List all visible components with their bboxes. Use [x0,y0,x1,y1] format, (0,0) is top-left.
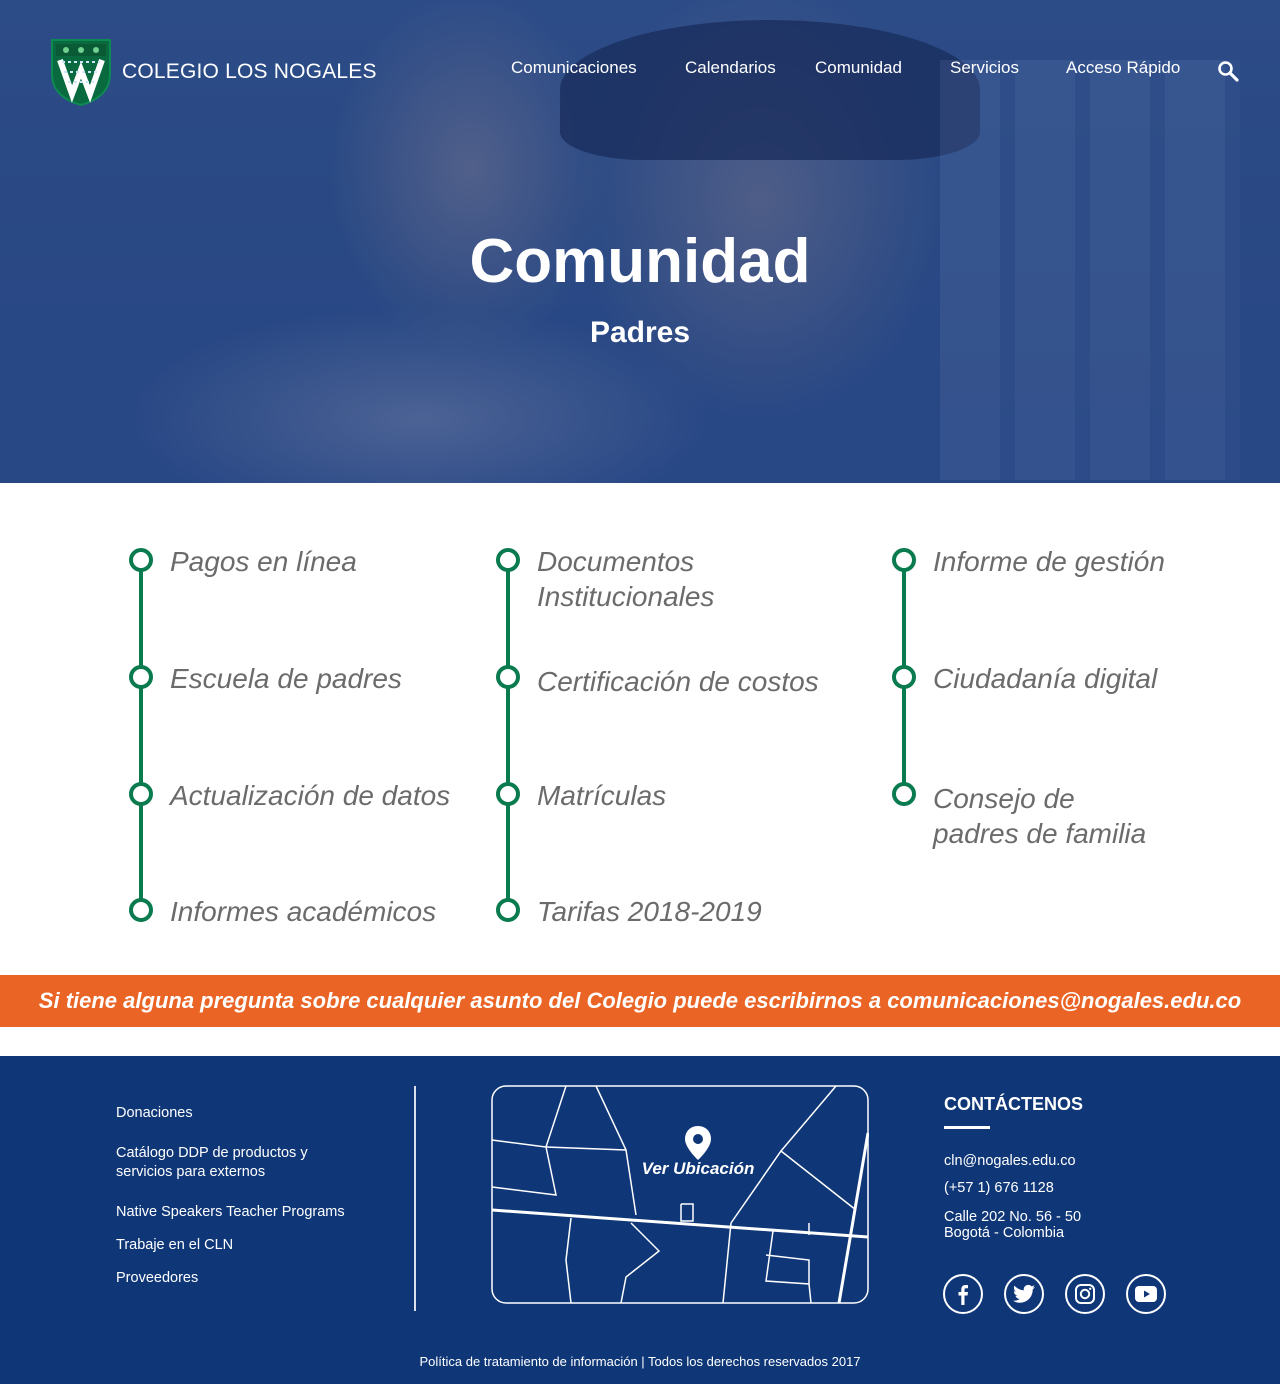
timeline-dot [892,782,916,806]
search-icon[interactable] [1217,60,1239,82]
footer-link-trabaje[interactable]: Trabaje en el CLN [116,1236,396,1255]
youtube-icon [1135,1286,1157,1302]
link-label: Actualización de datos [170,780,451,811]
page-title: Comunidad [469,227,811,296]
timeline-dot [129,548,153,572]
timeline-dot [892,665,916,689]
nav-item-comunidad[interactable]: Comunidad [815,58,902,78]
contact-banner: Si tiene alguna pregunta sobre cualquier… [0,975,1280,1027]
timeline-dot [129,782,153,806]
timeline-dot [129,665,153,689]
youtube-link[interactable] [1126,1274,1166,1314]
main-nav: Comunicaciones Calendarios Comunidad Ser… [0,58,1280,82]
link-label: Matrículas [537,780,667,811]
footer-link-donaciones[interactable]: Donaciones [116,1104,396,1123]
timeline-dot [129,898,153,922]
link-label: Documentos Institucionales [537,546,715,612]
link-label: Escuela de padres [170,663,402,694]
timeline-line [139,560,143,910]
nav-item-calendarios[interactable]: Calendarios [685,58,776,78]
footer-link-native-speakers[interactable]: Native Speakers Teacher Programs [116,1203,396,1222]
instagram-icon [1075,1284,1095,1304]
contact-email[interactable]: cln@nogales.edu.co [944,1153,1076,1170]
facebook-icon [958,1285,968,1305]
page-subtitle: Padres [589,316,691,349]
timeline-dot [496,665,520,689]
twitter-link[interactable] [1004,1274,1044,1314]
nav-item-servicios[interactable]: Servicios [950,58,1019,78]
nav-item-comunicaciones[interactable]: Comunicaciones [511,58,637,78]
timeline-line [506,560,510,910]
site-footer: Donaciones Catálogo DDP de productos y s… [0,1056,1280,1384]
footer-link-proveedores[interactable]: Proveedores [116,1269,396,1288]
map-label: Ver Ubicación [641,1159,755,1178]
legal-text: Política de tratamiento de información |… [419,1354,861,1369]
facebook-link[interactable] [943,1274,983,1314]
footer-link-catalogo[interactable]: Catálogo DDP de productos y servicios pa… [116,1144,316,1182]
link-label: Certificación de costos [537,666,819,697]
link-label: Consejo de padres de familia [933,783,1147,849]
contact-address-line-2: Bogotá - Colombia [944,1225,1065,1241]
link-label: Informes académicos [170,896,437,927]
nav-item-acceso-rapido[interactable]: Acceso Rápido [1066,58,1180,78]
twitter-icon [1013,1284,1035,1303]
link-label: Informe de gestión [933,546,1165,577]
link-label: Ciudadanía digital [933,663,1158,694]
timeline-dot [496,548,520,572]
link-label: Tarifas 2018-2019 [537,896,762,927]
contact-underline [944,1126,990,1129]
instagram-link[interactable] [1065,1274,1105,1314]
contact-phone: (+57 1) 676 1128 [944,1180,1054,1196]
location-map[interactable]: Ver Ubicación [491,1085,870,1304]
footer-divider [414,1086,416,1311]
timeline-dot [496,782,520,806]
timeline-dot [496,898,520,922]
contact-address-line-1: Calle 202 No. 56 - 50 [944,1209,1082,1225]
map-illustration [491,1085,870,1304]
hero-banner: COLEGIO LOS NOGALES Comunicaciones Calen… [0,0,1280,483]
link-label: Pagos en línea [170,546,357,577]
timeline-dot [892,548,916,572]
contact-heading: CONTÁCTENOS [944,1094,1083,1114]
